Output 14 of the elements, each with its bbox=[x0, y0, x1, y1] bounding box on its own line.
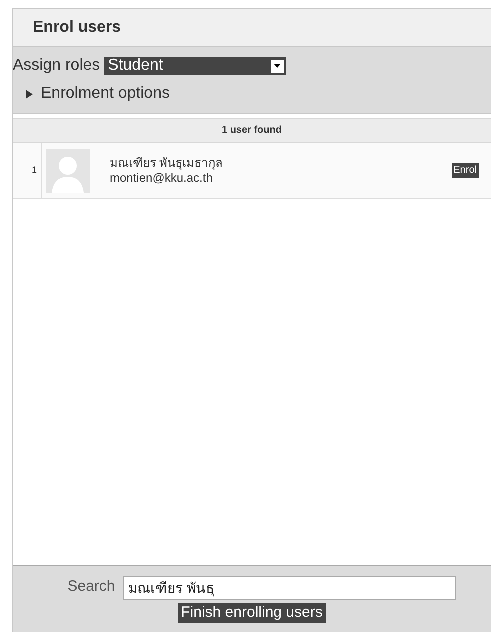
enrolment-options-toggle[interactable]: Enrolment options bbox=[13, 82, 491, 106]
dropdown-icon bbox=[271, 60, 284, 72]
assign-roles-label: Assign roles bbox=[13, 56, 100, 76]
dialog-title: Enrol users bbox=[33, 18, 122, 38]
search-label: Search bbox=[68, 577, 116, 598]
role-select[interactable]: Student bbox=[104, 57, 286, 75]
search-field[interactable]: มณเฑียร พันธุ bbox=[123, 576, 456, 600]
user-email: montien@kku.ac.th bbox=[110, 170, 214, 186]
finish-button[interactable]: Finish enrolling users bbox=[178, 602, 326, 622]
enrol-button[interactable]: Enrol bbox=[452, 163, 479, 178]
results-summary: 1 user found bbox=[222, 124, 282, 138]
row-number: 1 bbox=[30, 164, 38, 177]
user-name: มณเฑียร พันธุเมธากุล bbox=[110, 156, 224, 170]
avatar-icon bbox=[46, 148, 90, 192]
